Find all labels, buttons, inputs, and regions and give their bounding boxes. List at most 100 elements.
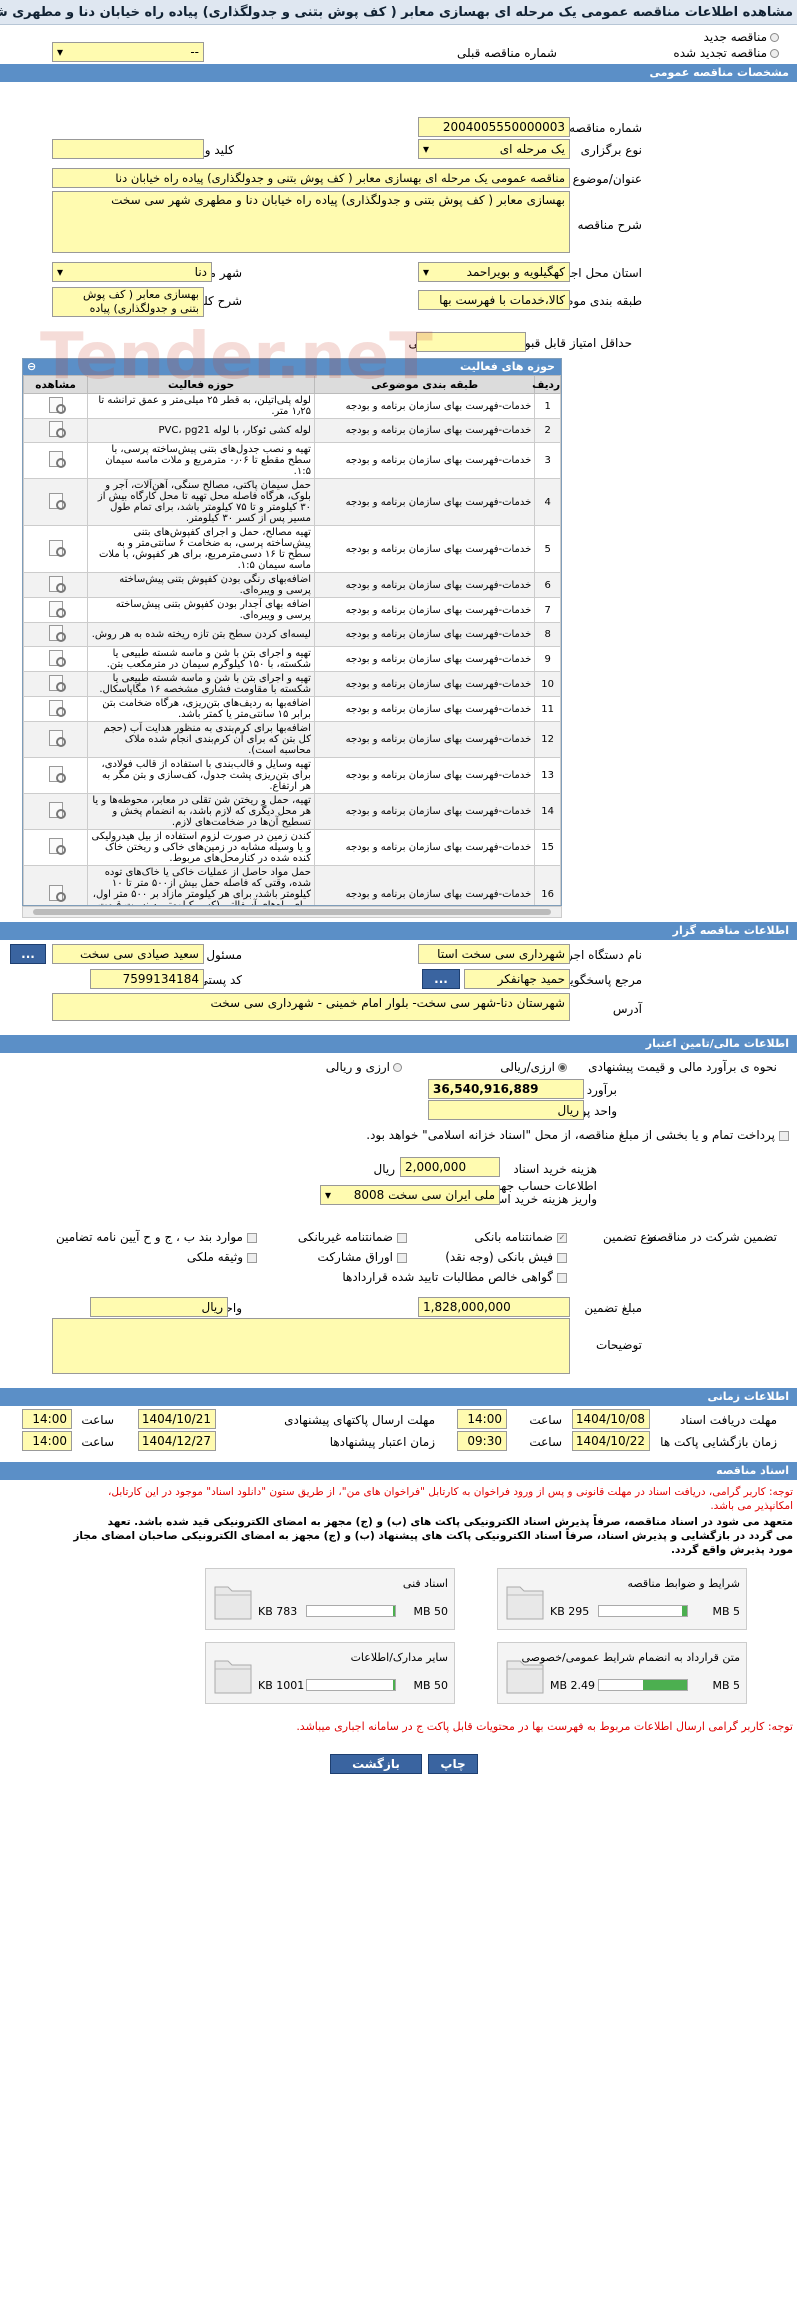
row-number: 4 — [534, 478, 561, 526]
doc-file-progress — [306, 1605, 396, 1617]
org-header: اطلاعات مناقصه گزار — [0, 922, 797, 940]
guar-label: تضمین شرکت در مناقصه: — [646, 1230, 777, 1244]
guar-cash-checkbox[interactable]: فیش بانکی (وجه نقد) — [445, 1250, 567, 1264]
view-cell — [23, 393, 89, 419]
desc-field: بهسازی معابر ( کف پوش بتنی و جدولگذاری) … — [52, 191, 570, 253]
province-select[interactable]: کهگیلویه و بویراحمد ▾ — [418, 262, 570, 282]
row-activity: تهیه و اجرای بتن با شن و ماسه شسته طبیعی… — [87, 671, 315, 697]
guar-bjh-checkbox[interactable]: موارد بند ب ، ج و ح آیین نامه تضامین — [56, 1230, 257, 1244]
type-select[interactable]: یک مرحله ای ▾ — [418, 139, 570, 159]
table-row: 4 خدمات-فهرست بهای سازمان برنامه و بودجه ح… — [23, 478, 561, 526]
row-number: 6 — [534, 572, 561, 598]
view-icon[interactable] — [47, 450, 66, 468]
doc-file-size: 295 KB — [550, 1605, 590, 1618]
resp-more-button[interactable]: ... — [10, 944, 46, 964]
guar-claims-checkbox[interactable]: گواهی خالص مطالبات تایید شده قراردادها — [342, 1270, 567, 1284]
view-icon[interactable] — [47, 575, 66, 593]
notes-field — [52, 1318, 570, 1374]
table-row: 11 خدمات-فهرست بهای سازمان برنامه و بودجه… — [23, 696, 561, 722]
account-select[interactable]: ملی ایران سی سخت 8008 ▾ — [320, 1185, 500, 1205]
view-icon[interactable] — [47, 600, 66, 618]
recv-hour-label: ساعت — [529, 1413, 562, 1427]
view-cell — [23, 646, 89, 672]
guar-bank-checkbox[interactable]: ✓ضمانتنامه بانکی — [474, 1230, 567, 1244]
progress-fill — [643, 1680, 687, 1690]
guar-type-label: نوع تضمین — [603, 1230, 657, 1244]
prev-number-select[interactable]: -- ▾ — [52, 42, 204, 62]
view-cell — [23, 671, 89, 697]
guar-nonbank-checkbox[interactable]: ضمانتنامه غیربانکی — [298, 1230, 407, 1244]
doc-file-title: متن قرارداد به انضمام شرایط عمومی/خصوصی — [521, 1651, 740, 1664]
progress-fill — [393, 1680, 395, 1690]
row-category: خدمات-فهرست بهای سازمان برنامه و بودجه — [313, 646, 536, 672]
keyword-field[interactable] — [52, 139, 204, 159]
collapse-icon[interactable]: ⊖ — [27, 359, 36, 375]
row-activity: تهیه مصالح، حمل و اجرای کفپوش‌های بتنی پ… — [87, 525, 315, 573]
back-button[interactable]: بازگشت — [330, 1754, 422, 1774]
table-row: 5 خدمات-فهرست بهای سازمان برنامه و بودجه ت… — [23, 525, 561, 573]
doc-cost-label: هزینه خرید اسناد — [513, 1162, 597, 1176]
guar-unit-field: ریال — [90, 1297, 228, 1317]
doc-file-box[interactable]: اسناد فنی 783 KB 50 MB — [205, 1568, 455, 1630]
grid-scrollbar[interactable] — [22, 906, 562, 918]
row-number: 7 — [534, 597, 561, 623]
view-icon[interactable] — [47, 801, 66, 819]
province-label: استان محل اجرا — [560, 266, 642, 280]
renew-tender-radio[interactable]: مناقصه تجدید شده — [673, 46, 779, 60]
time-header: اطلاعات زمانی — [0, 1388, 797, 1406]
view-icon[interactable] — [47, 649, 66, 667]
guar-property-checkbox[interactable]: وثیقه ملکی — [187, 1250, 257, 1264]
row-category: خدمات-فهرست بهای سازمان برنامه و بودجه — [313, 525, 536, 573]
doc-file-box[interactable]: سایر مدارک/اطلاعات 1001 KB 50 MB — [205, 1642, 455, 1704]
guar-bonds-label: اوراق مشارکت — [317, 1250, 393, 1264]
treasury-checkbox[interactable]: پرداخت تمام و یا بخشی از مبلغ مناقصه، از… — [366, 1128, 789, 1142]
view-cell — [23, 865, 89, 905]
print-button[interactable]: چاپ — [428, 1754, 478, 1774]
amount-field: 36,540,916,889 — [428, 1079, 584, 1099]
docs-commit-3: مورد پذیرش واقع گردد. — [670, 1544, 793, 1556]
scope-list[interactable]: بهسازی معابر ( کف پوش بتنی و جدولگذاری) … — [52, 287, 204, 317]
ref-more-button[interactable]: ... — [422, 969, 460, 989]
doc-file-box[interactable]: شرایط و ضوابط مناقصه 295 KB 5 MB — [497, 1568, 747, 1630]
send-label: مهلت ارسال پاکتهای پیشنهادی — [284, 1413, 435, 1427]
opt-both-radio[interactable]: ارزی و ریالی — [326, 1060, 402, 1074]
view-icon[interactable] — [47, 492, 66, 510]
recv-time: 14:00 — [457, 1409, 507, 1429]
doc-file-max: 50 MB — [413, 1679, 448, 1692]
new-tender-radio[interactable]: مناقصه جدید — [704, 30, 779, 44]
doc-file-size: 1001 KB — [258, 1679, 305, 1692]
view-icon[interactable] — [47, 729, 66, 747]
activity-grid-title: حوزه های فعالیت — [460, 360, 555, 373]
view-icon[interactable] — [47, 765, 66, 783]
scrollbar-thumb[interactable] — [33, 909, 551, 915]
row-number: 13 — [534, 757, 561, 794]
opt-rial-radio[interactable]: ارزی/ریالی — [500, 1060, 567, 1074]
row-number: 11 — [534, 696, 561, 722]
guar-bonds-checkbox[interactable]: اوراق مشارکت — [318, 1250, 407, 1264]
view-icon[interactable] — [47, 699, 66, 717]
view-cell — [23, 597, 89, 623]
folder-icon — [214, 1660, 252, 1694]
city-select[interactable]: دنا ▾ — [52, 262, 212, 282]
row-number: 15 — [534, 829, 561, 866]
folder-icon — [506, 1586, 544, 1620]
address-label: آدرس — [612, 1002, 642, 1016]
view-icon[interactable] — [47, 539, 66, 557]
view-icon[interactable] — [47, 624, 66, 642]
row-category: خدمات-فهرست بهای سازمان برنامه و بودجه — [313, 572, 536, 598]
guar-property-label: وثیقه ملکی — [186, 1250, 243, 1264]
row-number: 12 — [534, 721, 561, 758]
row-category: خدمات-فهرست بهای سازمان برنامه و بودجه — [313, 597, 536, 623]
view-cell — [23, 793, 89, 830]
new-tender-label: مناقصه جدید — [703, 30, 767, 44]
row-category: خدمات-فهرست بهای سازمان برنامه و بودجه — [313, 829, 536, 866]
open-date: 1404/10/22 — [572, 1431, 650, 1451]
view-icon[interactable] — [47, 837, 66, 855]
send-date: 1404/10/21 — [138, 1409, 216, 1429]
view-icon[interactable] — [47, 884, 66, 902]
view-icon[interactable] — [47, 396, 66, 414]
view-icon[interactable] — [47, 674, 66, 692]
view-icon[interactable] — [47, 420, 66, 438]
doc-cost-unit: ریال — [373, 1162, 395, 1176]
doc-file-box[interactable]: متن قرارداد به انضمام شرایط عمومی/خصوصی 2… — [497, 1642, 747, 1704]
